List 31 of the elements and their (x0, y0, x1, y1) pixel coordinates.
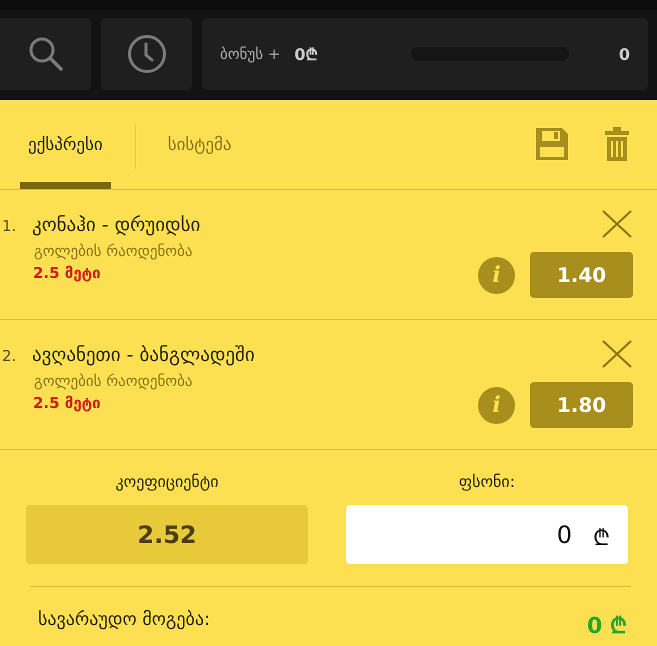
search-button[interactable] (0, 18, 91, 90)
market-name: გოლების რაოდენობა (34, 242, 194, 260)
potential-win-value: 0 ₾ (587, 613, 627, 639)
bet-type-tab[interactable]: ექსპრესი (20, 100, 111, 189)
trash-icon[interactable] (605, 126, 629, 160)
bonus-amount: 0₾ (294, 44, 318, 65)
remove-bet-button[interactable] (601, 340, 633, 368)
match-name: ავღანეთი - ბანგლადეში (32, 344, 256, 366)
save-icon[interactable] (535, 126, 569, 160)
bet-number: 1. (1, 216, 18, 237)
odds-button[interactable]: 1.40 (530, 252, 633, 298)
remove-bet-button[interactable] (601, 210, 633, 238)
match-name: კონაჰი - დრუიდსი (32, 214, 202, 236)
selection-label: 2.5 მეტი (33, 394, 102, 412)
currency-label: ₾ (593, 525, 610, 551)
clock-icon (126, 34, 166, 74)
selection-label: 2.5 მეტი (33, 264, 102, 282)
stake-label: ფსონი: (458, 472, 516, 491)
market-name: გოლების რაოდენობა (34, 372, 194, 390)
coefficient-label: კოეფიციენტი (114, 472, 220, 491)
coefficient-value: 2.52 (26, 505, 308, 564)
bonus-label: ბონუს + (220, 45, 280, 63)
potential-win-label: სავარაუდო მოგება: (38, 609, 210, 632)
search-icon (28, 36, 64, 72)
bet-number: 2. (1, 346, 18, 367)
bet-type-tab[interactable]: სისტემა (160, 100, 240, 189)
info-button[interactable]: i (478, 386, 515, 424)
odds-button[interactable]: 1.80 (530, 382, 633, 428)
bonus-count: 0 (618, 44, 630, 64)
info-button[interactable]: i (478, 256, 515, 294)
history-button[interactable] (101, 18, 192, 90)
